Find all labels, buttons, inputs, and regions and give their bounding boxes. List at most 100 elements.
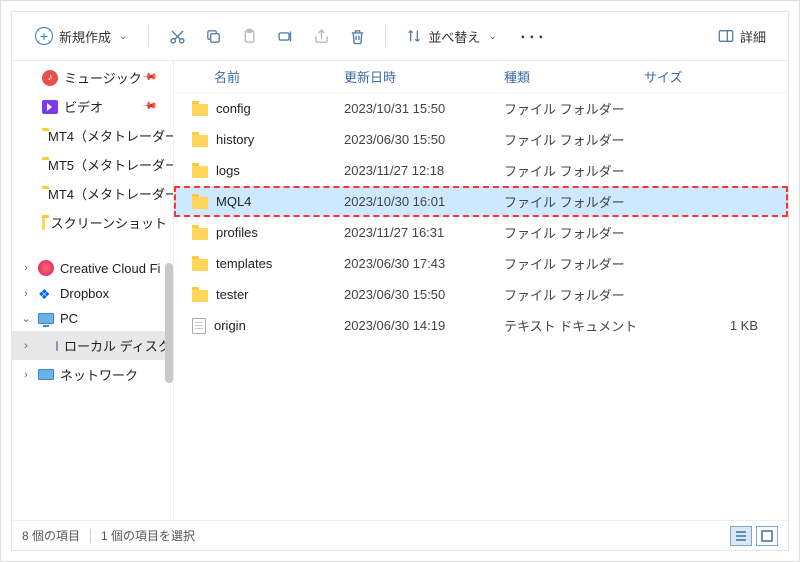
file-name: templates [216, 256, 272, 271]
cut-icon[interactable] [161, 21, 193, 51]
new-button[interactable]: + 新規作成 ⌄ [26, 22, 136, 51]
file-date: 2023/06/30 15:50 [344, 287, 504, 302]
column-name[interactable]: 名前 [184, 67, 344, 86]
music-icon: ♪ [42, 70, 58, 86]
sidebar-tree-item[interactable]: › ❖ Dropbox [12, 281, 173, 306]
sidebar-item-label: ネットワーク [60, 365, 138, 384]
file-name: origin [214, 318, 246, 333]
file-row[interactable]: origin 2023/06/30 14:19テキスト ドキュメント1 KB [174, 310, 788, 341]
share-icon [305, 21, 337, 51]
column-size[interactable]: サイズ [644, 67, 778, 86]
folder-icon [192, 104, 208, 116]
file-type: ファイル フォルダー [504, 223, 644, 242]
view-details-button[interactable] [730, 526, 752, 546]
sidebar-item-label: スクリーンショット [51, 213, 167, 232]
sidebar-item-label: Dropbox [60, 286, 109, 301]
file-type: テキスト ドキュメント [504, 316, 644, 335]
sidebar-item[interactable]: ♪ ミュージック📌 [12, 63, 173, 92]
rename-icon[interactable] [269, 21, 301, 51]
sidebar-item-label: ビデオ [64, 97, 103, 116]
separator [148, 25, 149, 47]
sidebar-tree-item[interactable]: › Creative Cloud Fi [12, 255, 173, 281]
inner-frame: + 新規作成 ⌄ [11, 11, 789, 551]
disk-icon [56, 341, 58, 351]
details-label: 詳細 [740, 27, 766, 46]
sort-icon [406, 28, 422, 44]
folder-icon [192, 166, 208, 178]
expand-icon[interactable]: › [20, 340, 32, 352]
creative-cloud-icon [38, 260, 54, 276]
sidebar-item[interactable]: MT4（メタトレーダー [12, 179, 173, 208]
pin-icon: 📌 [140, 69, 157, 86]
folder-icon [192, 197, 208, 209]
file-date: 2023/06/30 17:43 [344, 256, 504, 271]
sidebar-tree-item[interactable]: › ローカル ディスク ( [12, 331, 173, 360]
file-row[interactable]: templates2023/06/30 17:43ファイル フォルダー [174, 248, 788, 279]
dropbox-icon: ❖ [38, 288, 54, 300]
sidebar-item[interactable]: スクリーンショット [12, 208, 173, 237]
column-type[interactable]: 種類 [504, 67, 644, 86]
folder-icon [192, 259, 208, 271]
status-selection: 1 個の項目を選択 [101, 527, 195, 544]
file-date: 2023/10/30 16:01 [344, 194, 504, 209]
sort-button[interactable]: 並べ替え ⌄ [398, 23, 504, 50]
paste-icon [233, 21, 265, 51]
view-large-icons-button[interactable] [756, 526, 778, 546]
file-list: config2023/10/31 15:50ファイル フォルダーhistory2… [174, 93, 788, 520]
sidebar-item-label: Creative Cloud Fi [60, 261, 160, 276]
expand-icon[interactable]: › [20, 369, 32, 381]
more-button[interactable]: ･･･ [509, 20, 556, 52]
file-row[interactable]: history2023/06/30 15:50ファイル フォルダー [174, 124, 788, 155]
sidebar-scrollbar[interactable] [165, 263, 173, 383]
column-date[interactable]: 更新日時 [344, 67, 504, 86]
chevron-down-icon: ⌄ [488, 31, 496, 42]
file-row[interactable]: MQL42023/10/30 16:01ファイル フォルダー [174, 186, 788, 217]
file-row[interactable]: config2023/10/31 15:50ファイル フォルダー [174, 93, 788, 124]
sort-label: 並べ替え [428, 27, 480, 46]
sidebar-item-label: MT4（メタトレーダー [48, 184, 173, 203]
sidebar-item[interactable]: ビデオ 📌 [12, 92, 173, 121]
expand-icon[interactable]: ⌄ [20, 312, 32, 325]
sidebar-nav: ♪ミュージック📌ビデオ📌MT4（メタトレーダーMT5（メタトレーダーMT4（メタ… [12, 61, 174, 520]
document-icon [192, 318, 206, 334]
sidebar-item[interactable]: MT5（メタトレーダー [12, 150, 173, 179]
file-date: 2023/11/27 12:18 [344, 163, 504, 178]
file-row[interactable]: profiles 2023/11/27 16:31ファイル フォルダー [174, 217, 788, 248]
expand-icon[interactable]: › [20, 262, 32, 274]
status-item-count: 8 個の項目 [22, 527, 80, 544]
file-date: 2023/11/27 16:31 [344, 225, 504, 240]
file-type: ファイル フォルダー [504, 161, 644, 180]
file-row[interactable]: logs 2023/11/27 12:18ファイル フォルダー [174, 155, 788, 186]
file-date: 2023/10/31 15:50 [344, 101, 504, 116]
sidebar-item-label: ミュージック [64, 68, 142, 87]
file-row[interactable]: tester 2023/06/30 15:50ファイル フォルダー [174, 279, 788, 310]
video-icon [42, 100, 58, 114]
sidebar-item[interactable]: MT4（メタトレーダー [12, 121, 173, 150]
new-button-label: 新規作成 [59, 27, 111, 46]
file-date: 2023/06/30 14:19 [344, 318, 504, 333]
file-name: tester [216, 287, 249, 302]
status-bar: 8 個の項目 1 個の項目を選択 [12, 520, 788, 550]
expand-icon[interactable]: › [20, 288, 32, 300]
plus-circle-icon: + [35, 27, 53, 45]
file-name: logs [216, 163, 240, 178]
pin-icon: 📌 [140, 98, 157, 115]
details-pane-button[interactable]: 詳細 [710, 23, 774, 50]
sidebar-tree-item[interactable]: ⌄ PC [12, 306, 173, 331]
sidebar-item-label: ローカル ディスク ( [64, 336, 173, 355]
folder-icon [192, 228, 208, 240]
sidebar-item-label: PC [60, 311, 78, 326]
body: ♪ミュージック📌ビデオ📌MT4（メタトレーダーMT5（メタトレーダーMT4（メタ… [12, 61, 788, 520]
file-type: ファイル フォルダー [504, 285, 644, 304]
file-type: ファイル フォルダー [504, 130, 644, 149]
column-header-row: 名前 更新日時 種類 サイズ [174, 61, 788, 93]
delete-icon[interactable] [341, 21, 373, 51]
sidebar-item-label: MT5（メタトレーダー [48, 155, 173, 174]
file-name: config [216, 101, 251, 116]
file-name: profiles [216, 225, 258, 240]
file-name: MQL4 [216, 194, 251, 209]
sidebar-tree-item[interactable]: › ネットワーク [12, 360, 173, 389]
file-explorer-window: + 新規作成 ⌄ [0, 0, 800, 562]
file-size: 1 KB [644, 318, 778, 333]
copy-icon[interactable] [197, 21, 229, 51]
